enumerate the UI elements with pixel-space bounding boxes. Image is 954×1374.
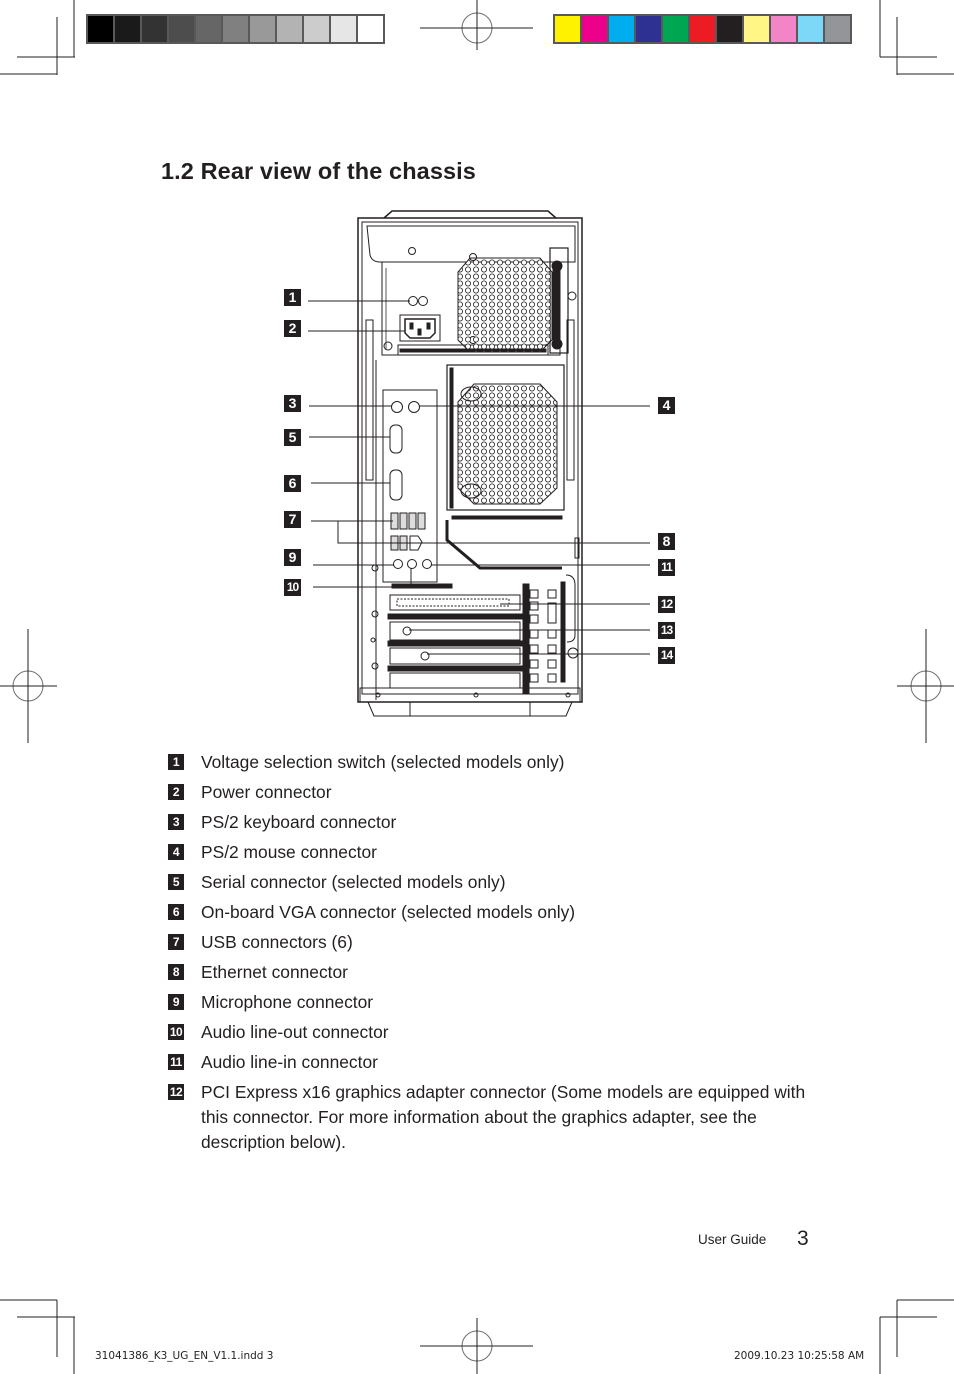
legend-description: Audio line-out connector xyxy=(201,1022,389,1042)
slug-timestamp: 2009.10.23 10:25:58 AM xyxy=(734,1350,865,1362)
footer-guide-label: User Guide xyxy=(698,1232,767,1247)
ps2-mouse-port-icon xyxy=(408,401,420,413)
callout-6: 6 xyxy=(284,475,301,492)
legend-number-badge: 8 xyxy=(168,964,184,980)
legend-item: 2 Power connector xyxy=(168,780,828,810)
connector-legend-list: 1 Voltage selection switch (selected mode… xyxy=(168,750,828,1155)
page-number: 3 xyxy=(797,1227,809,1250)
legend-item: 4 PS/2 mouse connector xyxy=(168,840,828,870)
callout-7: 7 xyxy=(284,511,301,528)
legend-item: 12 PCI Express x16 graphics adapter conne… xyxy=(168,1080,828,1155)
legend-number-badge: 6 xyxy=(168,904,184,920)
legend-item: 11 Audio line-in connector xyxy=(168,1050,828,1080)
serial-port-icon xyxy=(389,424,403,454)
legend-description: Voltage selection switch (selected model… xyxy=(201,752,565,772)
legend-item: 10 Audio line-out connector xyxy=(168,1020,828,1050)
legend-item: 1 Voltage selection switch (selected mode… xyxy=(168,750,828,780)
legend-description: Microphone connector xyxy=(201,992,374,1012)
legend-item: 8 Ethernet connector xyxy=(168,960,828,990)
legend-number-badge: 12 xyxy=(168,1084,184,1100)
callout-1: 1 xyxy=(284,289,301,306)
callout-10: 10 xyxy=(284,579,301,596)
legend-item: 9 Microphone connector xyxy=(168,990,828,1020)
legend-number-badge: 4 xyxy=(168,844,184,860)
legend-number-badge: 1 xyxy=(168,754,184,770)
legend-number-badge: 2 xyxy=(168,784,184,800)
legend-description: PS/2 keyboard connector xyxy=(201,812,397,832)
callout-11: 11 xyxy=(658,559,675,576)
legend-description: On-board VGA connector (selected models … xyxy=(201,902,576,922)
ps2-keyboard-port-icon xyxy=(391,401,403,413)
legend-number-badge: 10 xyxy=(168,1024,184,1040)
line-out-jack-icon xyxy=(407,559,417,569)
power-connector-icon xyxy=(399,314,441,342)
callout-5: 5 xyxy=(284,429,301,446)
legend-description: Serial connector (selected models only) xyxy=(201,872,506,892)
legend-number-badge: 5 xyxy=(168,874,184,890)
legend-description: Audio line-in connector xyxy=(201,1052,378,1072)
legend-number-badge: 7 xyxy=(168,934,184,950)
legend-item: 5 Serial connector (selected models only) xyxy=(168,870,828,900)
legend-item: 7 USB connectors (6) xyxy=(168,930,828,960)
legend-number-badge: 3 xyxy=(168,814,184,830)
legend-number-badge: 11 xyxy=(168,1054,184,1070)
callout-8: 8 xyxy=(658,533,675,550)
legend-description: PCI Express x16 graphics adapter connect… xyxy=(201,1082,806,1152)
callout-4: 4 xyxy=(658,397,675,414)
callout-13: 13 xyxy=(658,622,675,639)
legend-number-badge: 9 xyxy=(168,994,184,1010)
callout-14: 14 xyxy=(658,647,675,664)
pcie-x16-slot-icon xyxy=(396,598,510,607)
legend-description: Power connector xyxy=(201,782,332,802)
microphone-jack-icon xyxy=(393,559,403,569)
callout-9: 9 xyxy=(284,549,301,566)
callout-2: 2 xyxy=(284,320,301,337)
callout-12: 12 xyxy=(658,596,675,613)
slug-filename: 31041386_K3_UG_EN_V1.1.indd 3 xyxy=(95,1350,274,1362)
usb-ports-icon xyxy=(390,512,426,551)
line-in-jack-icon xyxy=(422,559,432,569)
vga-port-icon xyxy=(389,469,403,501)
callout-3: 3 xyxy=(284,395,301,412)
legend-description: PS/2 mouse connector xyxy=(201,842,377,862)
voltage-switch-icon xyxy=(408,296,428,306)
legend-item: 3 PS/2 keyboard connector xyxy=(168,810,828,840)
chassis-rear-diagram xyxy=(308,210,650,717)
legend-description: USB connectors (6) xyxy=(201,932,353,952)
legend-description: Ethernet connector xyxy=(201,962,348,982)
legend-item: 6 On-board VGA connector (selected models… xyxy=(168,900,828,930)
